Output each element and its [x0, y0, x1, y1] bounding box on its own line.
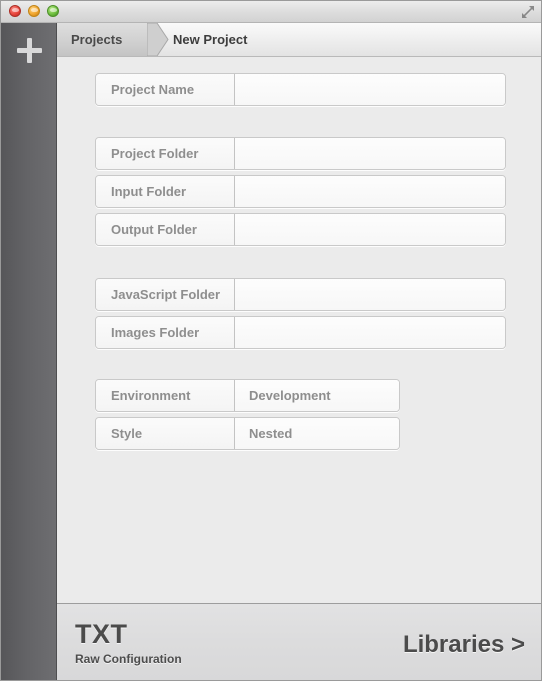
plus-icon	[16, 37, 42, 63]
breadcrumb-item-projects[interactable]: Projects	[57, 23, 150, 56]
footer-subtitle: Raw Configuration	[75, 652, 182, 666]
close-button[interactable]	[9, 5, 21, 17]
label-input-folder: Input Folder	[96, 176, 235, 207]
form-content: Project Name Project Folder Input Folder…	[57, 57, 541, 603]
breadcrumb-projects-label: Projects	[71, 32, 123, 47]
folders-group: Project Folder Input Folder Output Folde…	[95, 137, 506, 251]
input-output-folder[interactable]	[235, 214, 505, 245]
label-javascript-folder: JavaScript Folder	[96, 279, 235, 310]
label-environment: Environment	[96, 380, 235, 411]
chevron-right-icon	[146, 22, 169, 57]
field-row-style[interactable]: Style Nested	[95, 417, 400, 450]
field-row-images-folder[interactable]: Images Folder	[95, 316, 506, 349]
minimize-button[interactable]	[28, 5, 40, 17]
project-name-group: Project Name	[95, 73, 506, 111]
maximize-button[interactable]	[47, 5, 59, 17]
breadcrumb-current-label: New Project	[173, 32, 248, 47]
window-controls	[9, 5, 59, 17]
input-javascript-folder[interactable]	[235, 279, 505, 310]
input-project-folder[interactable]	[235, 138, 505, 169]
input-project-name[interactable]	[235, 74, 505, 105]
field-row-environment[interactable]: Environment Development	[95, 379, 400, 412]
field-row-project-name[interactable]: Project Name	[95, 73, 506, 106]
field-row-project-folder[interactable]: Project Folder	[95, 137, 506, 170]
libraries-button[interactable]: Libraries >	[403, 631, 525, 659]
application-window: Projects New Project Project Name Projec…	[0, 0, 542, 681]
title-bar	[1, 1, 541, 23]
toolbar: Projects New Project	[57, 22, 541, 57]
sidebar	[1, 23, 57, 680]
label-images-folder: Images Folder	[96, 317, 235, 348]
input-style[interactable]: Nested	[235, 418, 399, 449]
footer-bar: TXT Raw Configuration Libraries >	[57, 603, 541, 680]
label-output-folder: Output Folder	[96, 214, 235, 245]
input-input-folder[interactable]	[235, 176, 505, 207]
field-row-javascript-folder[interactable]: JavaScript Folder	[95, 278, 506, 311]
label-style: Style	[96, 418, 235, 449]
assets-group: JavaScript Folder Images Folder	[95, 278, 506, 354]
label-project-name: Project Name	[96, 74, 235, 105]
breadcrumb-item-new-project[interactable]: New Project	[173, 23, 247, 56]
field-row-output-folder[interactable]: Output Folder	[95, 213, 506, 246]
field-row-input-folder[interactable]: Input Folder	[95, 175, 506, 208]
raw-configuration-button[interactable]: TXT Raw Configuration	[75, 620, 182, 666]
footer-title: TXT	[75, 619, 128, 649]
options-group: Environment Development Style Nested	[95, 379, 400, 455]
label-project-folder: Project Folder	[96, 138, 235, 169]
input-environment[interactable]: Development	[235, 380, 399, 411]
resize-diagonal-icon[interactable]	[521, 5, 535, 19]
input-images-folder[interactable]	[235, 317, 505, 348]
add-project-button[interactable]	[1, 23, 56, 77]
